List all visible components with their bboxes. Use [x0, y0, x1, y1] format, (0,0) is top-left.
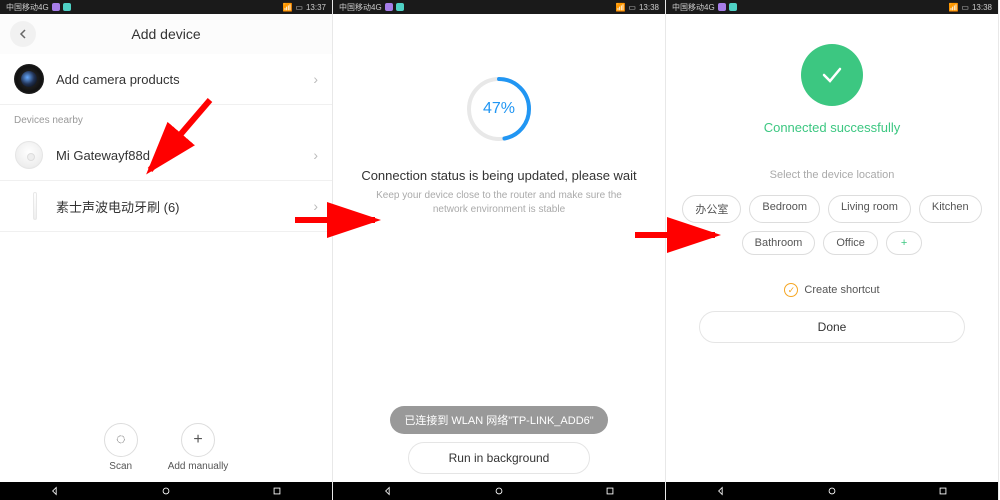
nav-back-icon[interactable]: [381, 484, 395, 498]
nav-home-icon[interactable]: [159, 484, 173, 498]
carrier: 中国移动4G: [339, 2, 382, 13]
device-row-gateway[interactable]: Mi Gatewayf88d ›: [0, 130, 332, 181]
header: Add device: [0, 14, 332, 54]
screen-connected: 中国移动4G 📶▭13:38 Connected successfully Se…: [666, 0, 999, 500]
chip-bathroom[interactable]: Bathroom: [742, 231, 816, 255]
create-shortcut-label: Create shortcut: [804, 284, 879, 296]
toothbrush-icon: [33, 192, 37, 220]
location-chips: 办公室 Bedroom Living room Kitchen Bathroom…: [666, 181, 998, 255]
scan-label: Scan: [109, 461, 132, 472]
carrier: 中国移动4G: [672, 2, 715, 13]
screen-connecting: 中国移动4G 📶▭13:38 47% Connection status is …: [333, 0, 666, 500]
android-navbar: [666, 482, 998, 500]
gateway-icon: [15, 141, 43, 169]
wifi-icon: 📶: [615, 3, 625, 12]
chip-office[interactable]: Office: [823, 231, 878, 255]
nav-home-icon[interactable]: [492, 484, 506, 498]
battery-icon: ▭: [628, 3, 636, 12]
progress-ring: 47%: [464, 74, 534, 144]
add-camera-row[interactable]: Add camera products ›: [0, 54, 332, 105]
connection-status-subtitle: Keep your device close to the router and…: [333, 189, 665, 217]
status-bar: 中国移动4G 📶▭13:38: [333, 0, 665, 14]
clock: 13:37: [306, 3, 326, 12]
chip-bedroom[interactable]: Bedroom: [749, 195, 820, 223]
nav-home-icon[interactable]: [825, 484, 839, 498]
wifi-icon: 📶: [282, 3, 292, 12]
back-button[interactable]: [10, 21, 36, 47]
done-button[interactable]: Done: [699, 311, 965, 343]
chip-kitchen[interactable]: Kitchen: [919, 195, 982, 223]
wifi-icon: 📶: [948, 3, 958, 12]
device-row-toothbrush[interactable]: 素士声波电动牙刷 (6) ›: [0, 181, 332, 232]
camera-icon: [14, 64, 44, 94]
android-navbar: [0, 482, 332, 500]
add-manually-label: Add manually: [168, 461, 229, 472]
create-shortcut-row[interactable]: ✓ Create shortcut: [784, 283, 879, 297]
carrier: 中国移动4G: [6, 2, 49, 13]
nav-recent-icon[interactable]: [936, 484, 950, 498]
android-navbar: [333, 482, 665, 500]
scan-button[interactable]: ◌ Scan: [104, 423, 138, 472]
devices-nearby-header: Devices nearby: [0, 105, 332, 130]
status-bar: 中国移动4G 📶▭13:37: [0, 0, 332, 14]
nav-recent-icon[interactable]: [270, 484, 284, 498]
chevron-left-icon: [17, 28, 29, 40]
add-manually-button[interactable]: + Add manually: [168, 423, 229, 472]
connection-status-title: Connection status is being updated, plea…: [361, 168, 636, 183]
nav-recent-icon[interactable]: [603, 484, 617, 498]
page-title: Add device: [131, 26, 200, 42]
clock: 13:38: [639, 3, 659, 12]
add-camera-label: Add camera products: [56, 72, 313, 87]
plus-icon: +: [181, 423, 215, 457]
run-background-button[interactable]: Run in background: [408, 442, 591, 474]
wlan-toast: 已连接到 WLAN 网络"TP-LINK_ADD6": [390, 406, 607, 434]
bottom-actions: ◌ Scan + Add manually: [0, 405, 332, 482]
clock: 13:38: [972, 3, 992, 12]
battery-icon: ▭: [295, 3, 303, 12]
chevron-right-icon: ›: [313, 147, 318, 163]
chip-add[interactable]: +: [886, 231, 922, 255]
scan-icon: ◌: [104, 423, 138, 457]
success-icon: [801, 44, 863, 106]
chip-living-room[interactable]: Living room: [828, 195, 911, 223]
status-bar: 中国移动4G 📶▭13:38: [666, 0, 998, 14]
chevron-right-icon: ›: [313, 71, 318, 87]
screen-add-device: 中国移动4G 📶▭13:37 Add device Add camera pro…: [0, 0, 333, 500]
location-label: Select the device location: [770, 169, 895, 181]
connected-label: Connected successfully: [764, 120, 901, 135]
chevron-right-icon: ›: [313, 198, 318, 214]
progress-percent: 47%: [464, 74, 534, 144]
nav-back-icon[interactable]: [714, 484, 728, 498]
chip-office-cn[interactable]: 办公室: [682, 195, 741, 223]
device-gateway-label: Mi Gatewayf88d: [56, 148, 313, 163]
battery-icon: ▭: [961, 3, 969, 12]
nav-back-icon[interactable]: [48, 484, 62, 498]
device-toothbrush-label: 素士声波电动牙刷 (6): [56, 197, 313, 216]
checkbox-icon: ✓: [784, 283, 798, 297]
checkmark-icon: [817, 60, 847, 90]
